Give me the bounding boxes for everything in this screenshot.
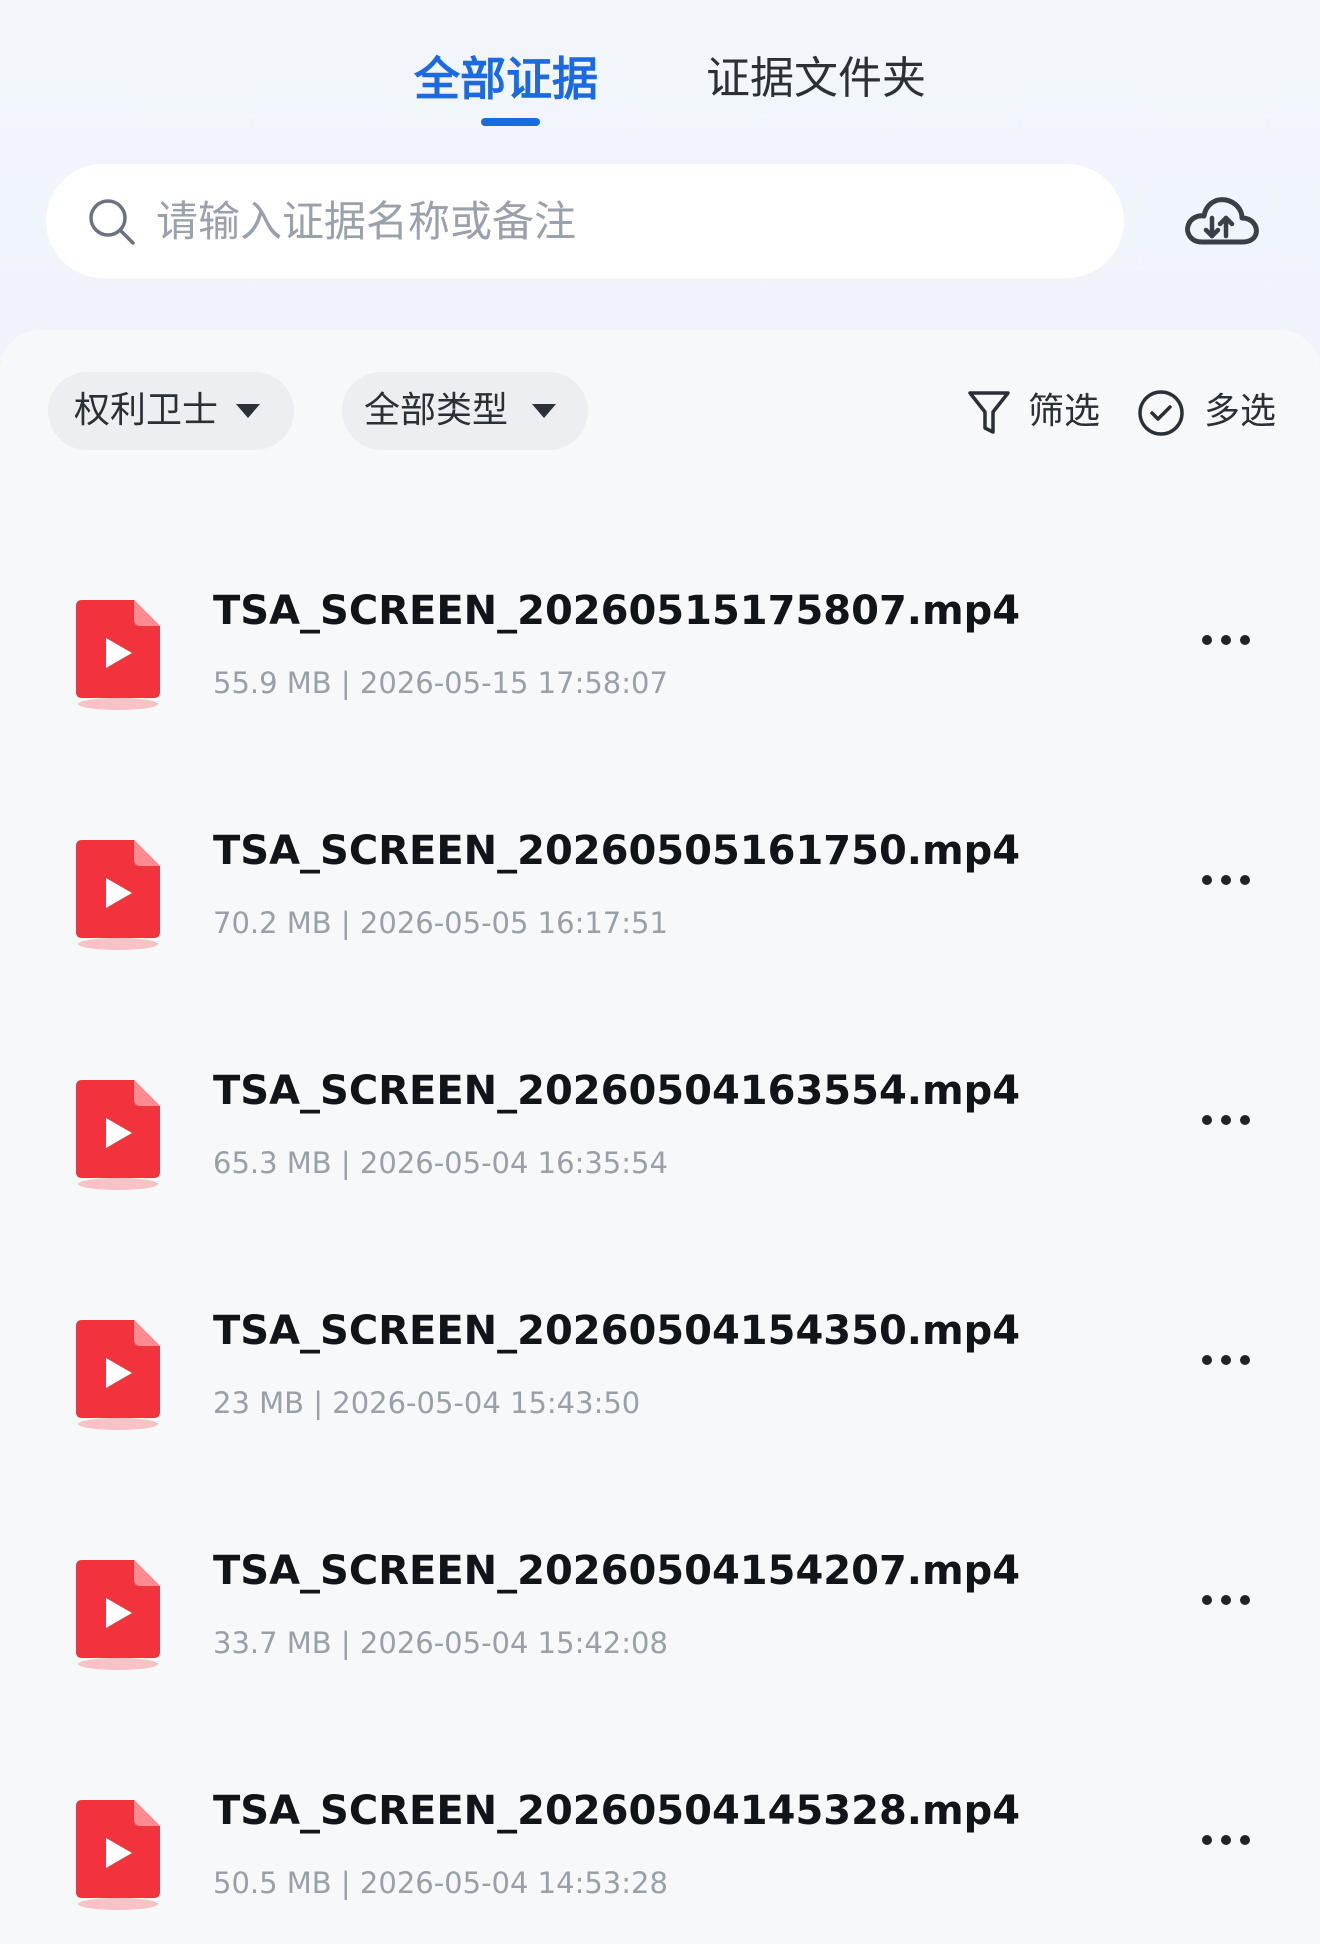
file-list-item[interactable]: TSA_SCREEN_20260504154350.mp4 23 MB | 20… [0, 1280, 1320, 1480]
type-dropdown-label: 全部类型 [364, 390, 509, 431]
file-name: TSA_SCREEN_20260505161750.mp4 [213, 828, 1021, 874]
rights-dropdown-label: 权利卫士 [74, 390, 219, 431]
file-meta: 50.5 MB | 2026-05-04 14:53:28 [213, 1866, 668, 1900]
check-circle-icon [1138, 390, 1184, 436]
multi-select-label: 多选 [1204, 391, 1277, 432]
evidence-page: 全部证据 证据文件夹 权利卫士 全部类型 [0, 0, 1320, 1944]
funnel-icon [968, 391, 1010, 434]
caret-down-icon [236, 404, 260, 418]
more-icon[interactable] [1200, 1090, 1272, 1150]
file-list-item[interactable]: TSA_SCREEN_20260505161750.mp4 70.2 MB | … [0, 800, 1320, 1000]
video-file-icon [76, 840, 160, 950]
video-file-icon [76, 1560, 160, 1670]
file-name: TSA_SCREEN_20260515175807.mp4 [213, 588, 1021, 634]
caret-down-icon [532, 404, 556, 418]
tab-evidence-folder[interactable]: 证据文件夹 [706, 44, 926, 114]
more-icon[interactable] [1200, 1570, 1272, 1630]
file-list-item[interactable]: TSA_SCREEN_20260504163554.mp4 65.3 MB | … [0, 1040, 1320, 1240]
video-file-icon [76, 1800, 160, 1910]
upload-button[interactable] [1182, 186, 1262, 256]
file-meta: 65.3 MB | 2026-05-04 16:35:54 [213, 1146, 668, 1180]
file-meta: 70.2 MB | 2026-05-05 16:17:51 [213, 906, 668, 940]
file-name: TSA_SCREEN_20260504163554.mp4 [213, 1068, 1021, 1114]
evidence-list-card: 权利卫士 全部类型 筛选 多选 TSA_SCREEN_2026051517580… [0, 330, 1320, 1944]
file-list-item[interactable]: TSA_SCREEN_20260515175807.mp4 55.9 MB | … [0, 560, 1320, 760]
active-tab-indicator [481, 118, 540, 126]
video-file-icon [76, 1080, 160, 1190]
video-file-icon [76, 1320, 160, 1430]
more-icon[interactable] [1200, 610, 1272, 670]
file-name: TSA_SCREEN_20260504154207.mp4 [213, 1548, 1021, 1594]
file-meta: 55.9 MB | 2026-05-15 17:58:07 [213, 666, 668, 700]
type-dropdown[interactable]: 全部类型 [342, 372, 588, 450]
more-icon[interactable] [1200, 1810, 1272, 1870]
tab-bar: 全部证据 证据文件夹 [0, 0, 1320, 150]
file-meta: 23 MB | 2026-05-04 15:43:50 [213, 1386, 641, 1420]
rights-dropdown[interactable]: 权利卫士 [48, 372, 294, 450]
filter-label: 筛选 [1028, 391, 1101, 432]
video-file-icon [76, 600, 160, 710]
file-meta: 33.7 MB | 2026-05-04 15:42:08 [213, 1626, 668, 1660]
file-name: TSA_SCREEN_20260504154350.mp4 [213, 1308, 1021, 1354]
more-icon[interactable] [1200, 1330, 1272, 1390]
search-icon [89, 199, 135, 245]
file-list-item[interactable]: TSA_SCREEN_20260504145328.mp4 50.5 MB | … [0, 1760, 1320, 1944]
search-bar [46, 164, 1124, 278]
file-name: TSA_SCREEN_20260504145328.mp4 [213, 1788, 1021, 1834]
search-input[interactable] [156, 164, 1056, 278]
file-list-item[interactable]: TSA_SCREEN_20260504154207.mp4 33.7 MB | … [0, 1520, 1320, 1720]
more-icon[interactable] [1200, 850, 1272, 910]
cloud-upload-icon [1185, 197, 1259, 245]
tab-all-evidence[interactable]: 全部证据 [414, 44, 598, 114]
